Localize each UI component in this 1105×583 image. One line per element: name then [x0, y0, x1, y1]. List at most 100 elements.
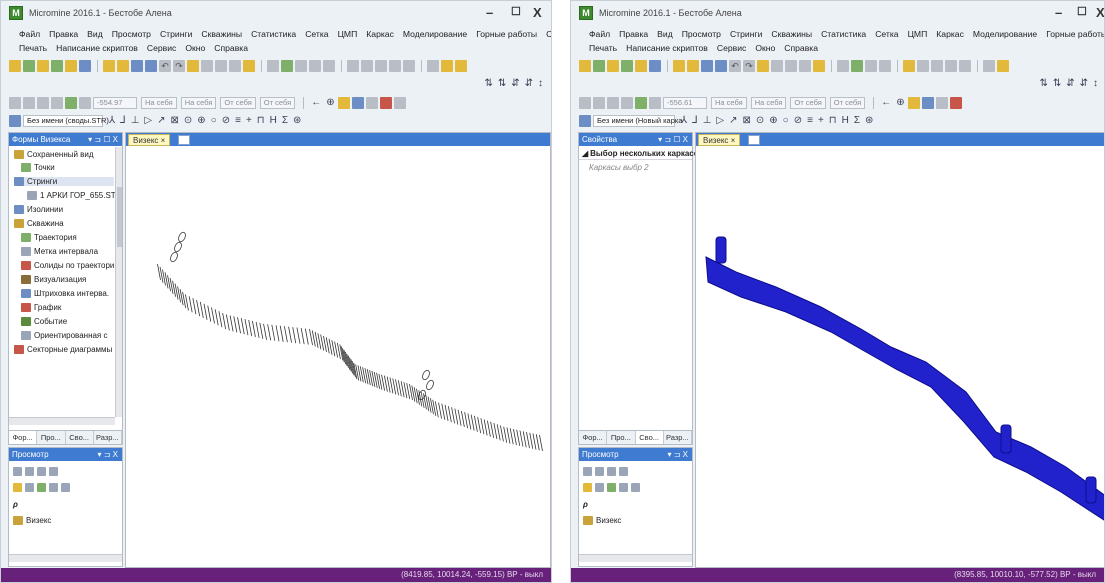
toolbar-icon[interactable]: ⇅ — [484, 78, 492, 89]
tree-item-10[interactable]: Штриховка интерва. — [21, 289, 109, 298]
menu-item-1[interactable]: Правка — [619, 29, 648, 39]
toolbar-icon[interactable]: ⊓ — [257, 115, 265, 126]
menu-item-8[interactable]: ЦМП — [338, 29, 358, 39]
toolbar-icon[interactable] — [631, 483, 640, 492]
toolbar-icon[interactable] — [79, 96, 91, 109]
toolbar-icon[interactable] — [61, 483, 70, 492]
toolbar-icon[interactable] — [813, 59, 825, 72]
menu-item-10[interactable]: Моделирование — [403, 29, 467, 39]
toolbar-icon[interactable] — [23, 96, 35, 109]
toolbar-icon[interactable] — [949, 96, 962, 109]
menu-item-2[interactable]: Вид — [657, 29, 673, 39]
toolbar-icon[interactable] — [583, 483, 592, 492]
toolbar-icon[interactable]: Σ — [282, 115, 288, 126]
toolbar-icon[interactable] — [455, 59, 467, 72]
toolbar-icon[interactable] — [879, 59, 891, 72]
undo-icon[interactable]: ↶ — [159, 59, 171, 72]
shaft-stub[interactable] — [1000, 424, 1012, 454]
shaft-stub[interactable] — [1085, 476, 1097, 504]
panel-tab-2[interactable]: Сво... — [635, 431, 664, 444]
toolbar-icon[interactable] — [13, 483, 22, 492]
panel-tab-3[interactable]: Разр... — [94, 431, 122, 444]
close-button[interactable]: X — [1096, 5, 1104, 20]
menu-item-4[interactable]: Справка — [214, 43, 248, 53]
panel-controls[interactable]: ▾ ⊐ X — [98, 448, 119, 461]
toolbar-icon[interactable] — [799, 59, 811, 72]
toolbar-icon[interactable] — [427, 59, 439, 72]
toolbar-icon[interactable]: ⊕ — [896, 97, 904, 108]
preview-item[interactable]: Визекс — [583, 516, 621, 525]
toolbar-icon[interactable]: Σ — [854, 115, 860, 126]
tree-item-0[interactable]: Сохраненный вид — [14, 150, 94, 159]
toolbar-icon[interactable]: ⊥ — [703, 115, 712, 126]
tree-item-7[interactable]: Метка интервала — [21, 247, 98, 256]
menu-item-0[interactable]: Печать — [19, 43, 47, 53]
menu-item-9[interactable]: Каркас — [366, 29, 394, 39]
toolbar-icon[interactable]: ⊕ — [326, 97, 334, 108]
pan-icon[interactable] — [945, 59, 957, 72]
tree-item-6[interactable]: Траектория — [21, 233, 77, 242]
toolbar-icon[interactable]: ⊛ — [293, 115, 301, 126]
toolbar-icon[interactable]: H — [842, 115, 849, 126]
menu-item-3[interactable]: Просмотр — [682, 29, 721, 39]
toolbar-icon[interactable]: ↗ — [729, 115, 737, 126]
toolbar-icon[interactable]: ⊕ — [197, 115, 205, 126]
document-tab-vizex[interactable]: Визекс × — [128, 134, 171, 146]
save-icon[interactable] — [131, 59, 143, 72]
toolbar-icon[interactable] — [295, 59, 307, 72]
toolbar-icon[interactable] — [65, 59, 77, 72]
away-combo[interactable]: От себя — [790, 96, 826, 109]
preview-hscrollbar[interactable] — [9, 554, 122, 562]
toolbar-icon[interactable] — [351, 96, 364, 109]
tree-hscrollbar[interactable] — [9, 417, 115, 425]
menu-item-7[interactable]: Сетка — [875, 29, 898, 39]
tree-item-4[interactable]: Изолинии — [14, 205, 63, 214]
menu-item-4[interactable]: Стринги — [730, 29, 762, 39]
toolbar-icon[interactable] — [935, 96, 948, 109]
toolbar-icon[interactable] — [337, 96, 350, 109]
toolbar-icon[interactable] — [441, 59, 453, 72]
toolbar-icon[interactable] — [403, 59, 415, 72]
toolbar-icon[interactable] — [921, 96, 934, 109]
toolbar-icon[interactable] — [37, 467, 46, 476]
toolbar-icon[interactable] — [379, 96, 392, 109]
open-icon[interactable] — [687, 59, 699, 72]
toolbar-icon[interactable] — [649, 96, 661, 109]
zoom-icon[interactable] — [361, 59, 373, 72]
toolbar-icon[interactable]: ≡ — [235, 115, 241, 126]
toolbar-icon[interactable]: ⊘ — [222, 115, 230, 126]
toolbar-icon[interactable]: + — [246, 115, 252, 126]
vizex-view[interactable]: Визекс × — [125, 132, 551, 568]
toward-combo-2[interactable]: На себя — [180, 96, 217, 109]
menu-item-1[interactable]: Написание скриптов — [626, 43, 708, 53]
toolbar-icon[interactable] — [103, 59, 115, 72]
panel-controls[interactable]: ▾ ⊐ X — [668, 448, 689, 461]
undo-icon[interactable]: ↶ — [729, 59, 741, 72]
toolbar-icon[interactable] — [9, 96, 21, 109]
toolbar-icon[interactable] — [715, 59, 727, 72]
elevation-combo[interactable]: -556.61 — [663, 96, 707, 109]
toolbar-icon[interactable] — [25, 483, 34, 492]
props-item[interactable]: Каркасы выбр 2 — [589, 163, 649, 172]
toolbar-icon[interactable]: ⇅ — [1053, 78, 1061, 89]
toolbar-icon[interactable] — [243, 59, 255, 72]
panel-tab-1[interactable]: Про... — [607, 431, 636, 444]
pointer-icon[interactable] — [903, 59, 915, 72]
toolbar-icon[interactable] — [607, 59, 619, 72]
toolbar-icon[interactable] — [635, 96, 647, 109]
toolbar-icon[interactable] — [907, 96, 920, 109]
zoom-icon[interactable] — [917, 59, 929, 72]
document-tab-vizex[interactable]: Визекс × — [698, 134, 741, 146]
toolbar-icon[interactable] — [997, 59, 1009, 72]
toolbar-icon[interactable] — [201, 59, 213, 72]
toolbar-icon[interactable] — [595, 483, 604, 492]
toolbar-icon[interactable]: ⅃ — [120, 115, 126, 126]
toolbar-icon[interactable]: H — [270, 115, 277, 126]
toolbar-icon[interactable] — [635, 59, 647, 72]
menu-item-4[interactable]: Стринги — [160, 29, 192, 39]
minimize-button[interactable]: – — [486, 5, 493, 20]
maximize-button[interactable]: ☐ — [511, 5, 521, 18]
toolbar-icon[interactable]: ⇅ — [1039, 78, 1047, 89]
toolbar-icon[interactable] — [837, 59, 849, 72]
panel-controls[interactable]: ▾ ⊐ ☐ X — [88, 133, 118, 146]
